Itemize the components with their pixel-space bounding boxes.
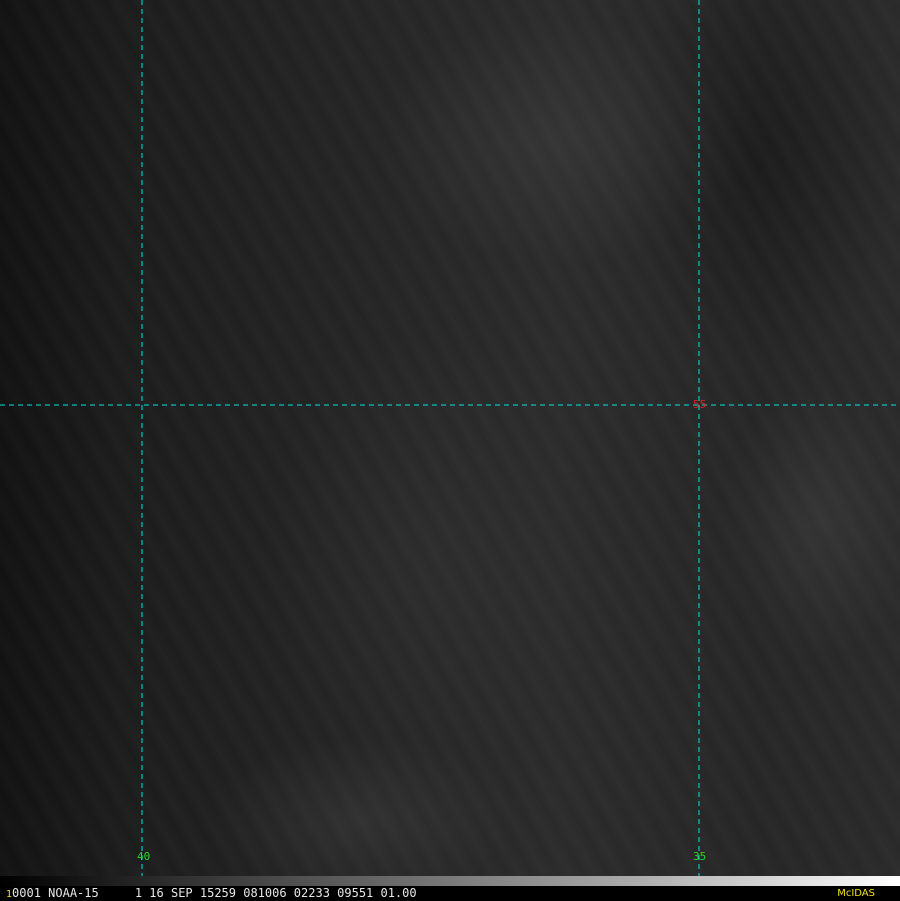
mcidas-brand-label: McIDAS [837, 888, 875, 899]
image-info-line: 10001 NOAA-15 1 16 SEP 15259 081006 0223… [6, 887, 417, 901]
longitude-label-40: 40 [137, 850, 150, 863]
image-metadata-text: 0001 NOAA-15 1 16 SEP 15259 081006 02233… [12, 886, 417, 900]
latitude-label-55: 55 [693, 398, 706, 411]
satellite-image-viewer: 40 35 55 10001 NOAA-15 1 16 SEP 15259 08… [0, 0, 900, 900]
lat-lon-grid-overlay: 40 35 55 [0, 0, 900, 876]
grayscale-calibration-bar [0, 876, 900, 886]
status-bar: 10001 NOAA-15 1 16 SEP 15259 081006 0223… [0, 876, 900, 900]
longitude-label-35: 35 [693, 850, 706, 863]
